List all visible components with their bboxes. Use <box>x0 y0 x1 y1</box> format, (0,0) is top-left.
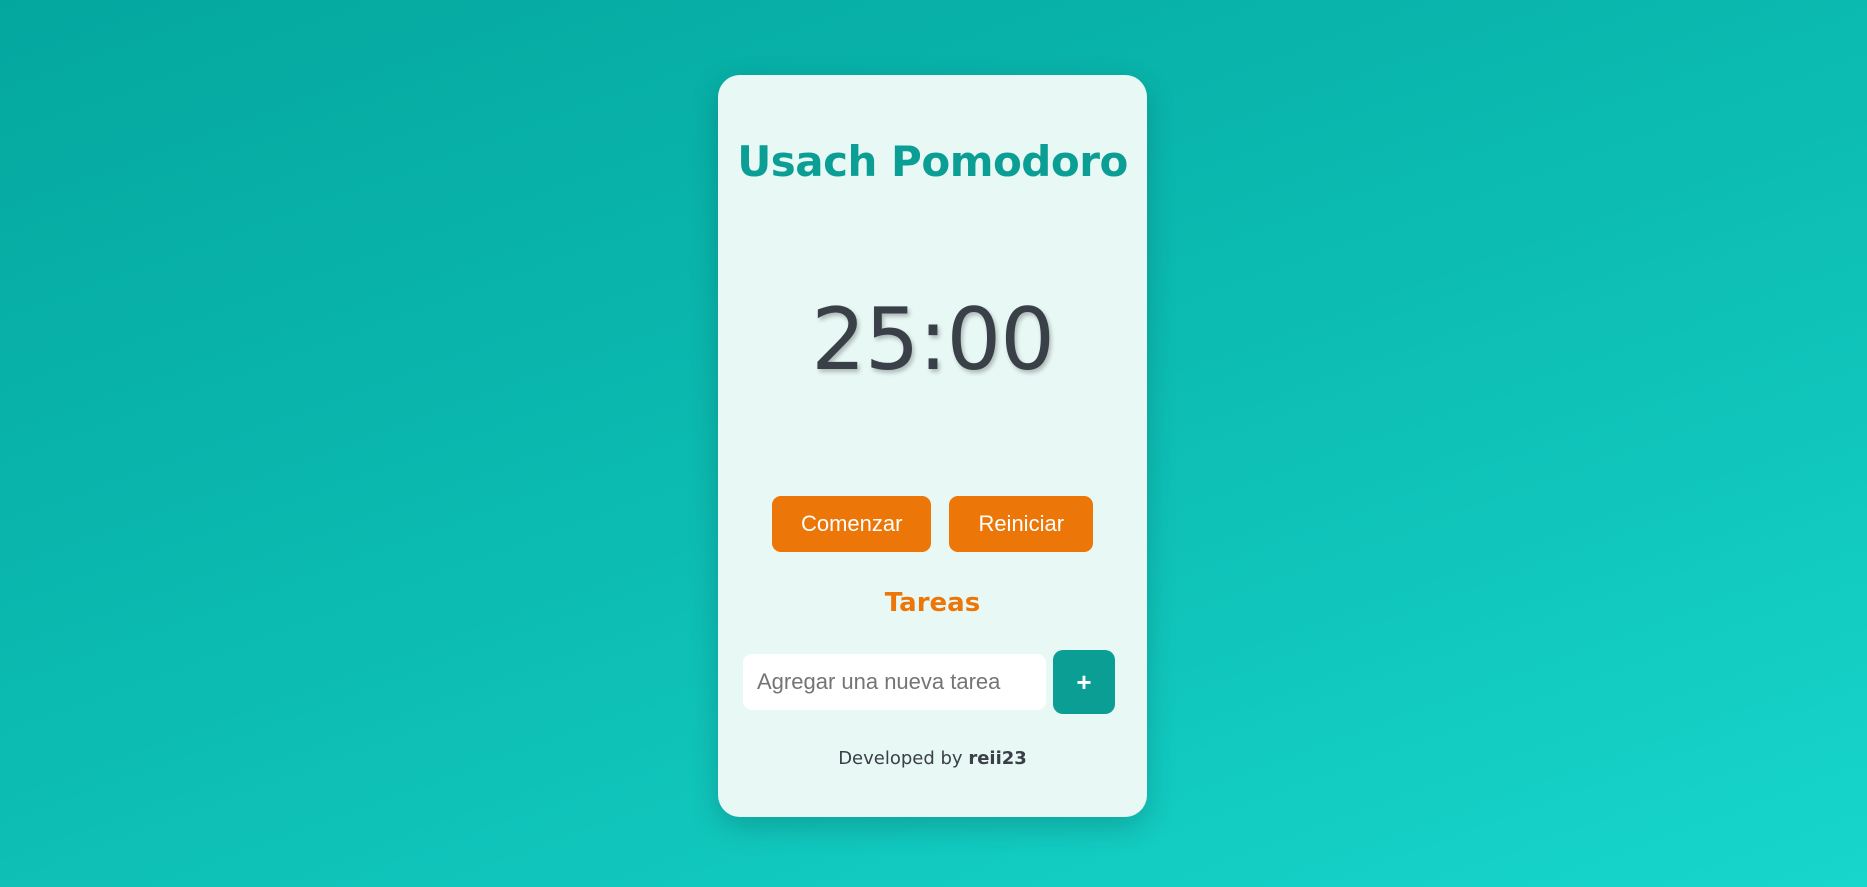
footer-prefix: Developed by <box>838 748 969 769</box>
new-task-input[interactable] <box>743 654 1046 710</box>
pomodoro-card: Usach Pomodoro 25:00 Comenzar Reiniciar … <box>718 75 1147 817</box>
add-task-button[interactable]: + <box>1053 650 1115 714</box>
app-title: Usach Pomodoro <box>737 137 1128 186</box>
start-button[interactable]: Comenzar <box>771 496 932 552</box>
footer-author: reii23 <box>968 748 1027 769</box>
timer-display: 25:00 <box>811 290 1055 390</box>
footer-credit: Developed by reii23 <box>718 748 1147 769</box>
plus-icon: + <box>1076 666 1092 697</box>
tasks-heading: Tareas <box>884 588 981 618</box>
timer-controls: Comenzar Reiniciar <box>718 496 1147 552</box>
reset-button[interactable]: Reiniciar <box>949 496 1094 552</box>
